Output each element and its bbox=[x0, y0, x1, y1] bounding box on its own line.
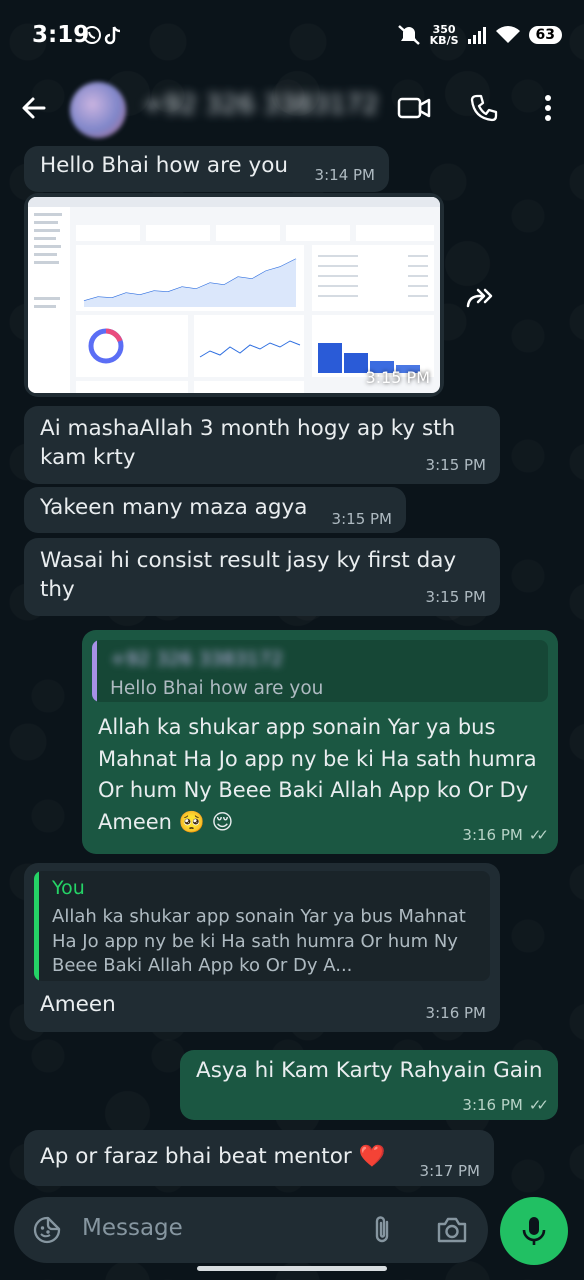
notification-icons bbox=[82, 24, 136, 51]
message-time: 3:16 PM ✓✓ bbox=[462, 1096, 549, 1114]
phone-icon bbox=[470, 94, 498, 122]
message-time: 3:15 PM bbox=[426, 456, 486, 474]
message-time: 3:14 PM bbox=[315, 166, 375, 184]
back-arrow-icon bbox=[22, 97, 46, 119]
message-text: Wasai hi consist result jasy ky first da… bbox=[40, 548, 457, 602]
emoji-sticker-icon[interactable] bbox=[32, 1215, 62, 1245]
message-time-label: 3:15 PM bbox=[425, 588, 486, 606]
forward-icon bbox=[466, 288, 493, 308]
quote-author: +92 326 3383172 bbox=[110, 648, 284, 670]
message-time-label: 3:16 PM bbox=[462, 1096, 523, 1114]
message-bubble-outgoing[interactable]: Asya hi Kam Karty Rahyain Gain 3:16 PM ✓… bbox=[180, 1050, 558, 1120]
message-text: Ai mashaAllah 3 month hogy ap ky sth kam… bbox=[40, 416, 456, 470]
net-speed: 350 KB/S bbox=[430, 24, 459, 46]
message-composer: Message bbox=[14, 1197, 488, 1263]
battery-indicator: 63 bbox=[528, 26, 562, 44]
message-bubble[interactable]: Wasai hi consist result jasy ky first da… bbox=[24, 538, 500, 616]
message-time: 3:16 PM bbox=[426, 1004, 486, 1022]
whatsapp-tiktok-icon bbox=[83, 26, 121, 45]
speed-unit: KB/S bbox=[429, 34, 459, 47]
message-time-label: 3:16 PM bbox=[425, 1004, 486, 1022]
forward-button[interactable] bbox=[456, 274, 504, 322]
message-bubble[interactable]: Ai mashaAllah 3 month hogy ap ky sth kam… bbox=[24, 406, 500, 484]
mute-bell-icon bbox=[397, 25, 420, 45]
video-call-icon bbox=[397, 97, 431, 119]
quote-accent-bar bbox=[92, 640, 97, 702]
signal-icon bbox=[467, 27, 486, 44]
wifi-icon bbox=[495, 26, 520, 43]
image-time: 3:15 PM bbox=[365, 368, 430, 387]
home-indicator[interactable] bbox=[197, 1266, 387, 1271]
message-bubble[interactable]: Hello Bhai how are you 3:14 PM bbox=[24, 146, 389, 192]
status-time: 3:19 bbox=[32, 22, 90, 48]
back-button[interactable] bbox=[18, 92, 50, 124]
quoted-message[interactable]: +92 326 3383172 Hello Bhai how are you bbox=[92, 640, 548, 702]
more-vert-icon bbox=[545, 95, 551, 121]
quote-accent-bar bbox=[34, 871, 39, 981]
message-time: 3:15 PM bbox=[426, 588, 486, 606]
message-time: 3:17 PM bbox=[420, 1162, 480, 1180]
more-options-button[interactable] bbox=[530, 90, 566, 126]
quote-text: Hello Bhai how are you bbox=[110, 678, 324, 699]
status-right: 350 KB/S 63 bbox=[396, 20, 562, 50]
quoted-message[interactable]: You Allah ka shukar app sonain Yar ya bu… bbox=[34, 871, 490, 981]
message-text: Ap or faraz bhai beat mentor ❤️ bbox=[40, 1144, 386, 1169]
read-receipt-icon: ✓✓ bbox=[528, 826, 549, 844]
message-text: Asya hi Kam Karty Rahyain Gain bbox=[196, 1058, 543, 1083]
message-time: 3:16 PM ✓✓ bbox=[462, 826, 549, 844]
contact-name[interactable]: +92 326 3383172 bbox=[142, 90, 379, 120]
message-input[interactable]: Message bbox=[82, 1215, 183, 1241]
message-bubble-outgoing[interactable]: +92 326 3383172 Hello Bhai how are you A… bbox=[82, 630, 558, 854]
message-time-label: 3:16 PM bbox=[462, 826, 523, 844]
attach-icon[interactable] bbox=[370, 1214, 394, 1246]
message-text: Ameen bbox=[40, 992, 116, 1017]
quote-author: You bbox=[52, 877, 85, 899]
message-text: Allah ka shukar app sonain Yar ya bus Ma… bbox=[98, 715, 537, 834]
camera-icon[interactable] bbox=[436, 1216, 468, 1244]
chat-header: +92 326 3383172 bbox=[0, 72, 584, 144]
dashboard-screenshot-image[interactable]: 3:15 PM bbox=[28, 197, 440, 393]
message-bubble[interactable]: Ap or faraz bhai beat mentor ❤️ 3:17 PM bbox=[24, 1130, 494, 1186]
message-time-label: 3:14 PM bbox=[314, 166, 375, 184]
status-bar: 3:19 350 KB/S 63 bbox=[0, 0, 584, 72]
message-time-label: 3:17 PM bbox=[419, 1162, 480, 1180]
mic-icon bbox=[522, 1217, 546, 1245]
voice-message-button[interactable] bbox=[500, 1197, 568, 1265]
message-time-label: 3:15 PM bbox=[425, 456, 486, 474]
message-bubble[interactable]: You Allah ka shukar app sonain Yar ya bu… bbox=[24, 863, 500, 1032]
video-call-button[interactable] bbox=[396, 90, 432, 126]
voice-call-button[interactable] bbox=[466, 90, 502, 126]
quote-text: Allah ka shukar app sonain Yar ya bus Ma… bbox=[52, 906, 466, 976]
contact-avatar[interactable] bbox=[70, 82, 126, 138]
read-receipt-icon: ✓✓ bbox=[528, 1096, 549, 1114]
message-time-label: 3:15 PM bbox=[331, 510, 392, 528]
message-bubble[interactable]: Yakeen many maza agya 3:15 PM bbox=[24, 487, 406, 533]
message-time: 3:15 PM bbox=[332, 510, 392, 528]
dashboard-thumbnail bbox=[28, 197, 440, 393]
